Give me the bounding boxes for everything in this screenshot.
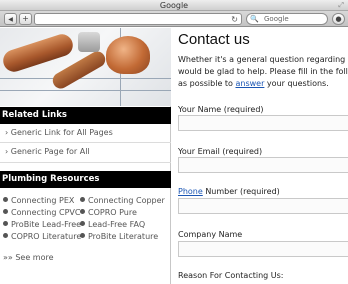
answer-link[interactable]: answer: [235, 79, 264, 88]
divider: [0, 162, 171, 163]
downloads-button[interactable]: ●: [332, 13, 345, 25]
resource-link[interactable]: ProBite Lead-Free: [3, 220, 81, 230]
bullet-icon: [3, 209, 8, 214]
phone-label: Phone Number (required): [178, 187, 280, 196]
bullet-icon: [3, 221, 8, 226]
bullet-icon: [80, 209, 85, 214]
resource-link[interactable]: COPRO Pure: [80, 208, 137, 218]
sidebar: Related Links › Generic Link for All Pag…: [0, 28, 171, 284]
intro-line: would be glad to help. Please fill in th…: [178, 67, 348, 76]
contact-main: Contact us Whether it's a general questi…: [178, 28, 348, 284]
back-icon: ◀: [8, 16, 13, 23]
email-label: Your Email (required): [178, 147, 263, 156]
related-link-item[interactable]: › Generic Link for All Pages: [5, 128, 113, 138]
window-title: Google: [159, 1, 189, 10]
title-bar: Google ⤢: [0, 0, 348, 11]
intro-paragraph: Whether it's a general question regardin…: [178, 54, 348, 90]
resource-link[interactable]: ProBite Literature: [80, 232, 158, 242]
add-bookmark-button[interactable]: +: [19, 13, 32, 25]
email-field[interactable]: [178, 157, 348, 173]
bullet-icon: [80, 233, 85, 238]
page-content: Related Links › Generic Link for All Pag…: [0, 28, 348, 284]
bullet-icon: [3, 197, 8, 202]
browser-window: Google ⤢ ◀ + ↻ 🔍 Google ● Related Links …: [0, 0, 348, 284]
valve-fitting: [78, 32, 100, 52]
plus-icon: +: [22, 14, 29, 23]
page-title: Contact us: [178, 31, 250, 48]
search-icon: 🔍: [250, 15, 259, 23]
phone-field[interactable]: [178, 198, 348, 214]
back-button[interactable]: ◀: [4, 13, 17, 25]
address-bar[interactable]: ↻: [34, 13, 242, 25]
bullet-icon: [80, 221, 85, 226]
search-placeholder: Google: [264, 15, 289, 23]
blueprint-line: [0, 90, 171, 91]
bullet-icon: [3, 233, 8, 238]
phone-link[interactable]: Phone: [178, 187, 203, 196]
copper-elbow-fitting: [106, 36, 150, 74]
blueprint-line: [0, 78, 171, 79]
bullet-icon: [80, 197, 85, 202]
resource-link[interactable]: Lead-Free FAQ: [80, 220, 145, 230]
name-label: Your Name (required): [178, 105, 264, 114]
company-label: Company Name: [178, 230, 243, 239]
reason-label: Reason For Contacting Us:: [178, 271, 284, 280]
related-link-item[interactable]: › Generic Page for All: [5, 147, 90, 157]
name-field[interactable]: [178, 115, 348, 131]
company-field[interactable]: [178, 241, 348, 257]
divider: [0, 142, 171, 143]
resource-link[interactable]: Connecting Copper: [80, 196, 165, 206]
resource-link[interactable]: COPRO Literature: [3, 232, 81, 242]
hero-image-plumbing-fittings: [0, 28, 171, 106]
reload-icon[interactable]: ↻: [231, 14, 238, 25]
intro-line: Whether it's a general question regardin…: [178, 55, 348, 64]
resource-link[interactable]: Connecting PEX: [3, 196, 74, 206]
related-links-heading: Related Links: [0, 107, 171, 124]
fullscreen-icon[interactable]: ⤢: [338, 1, 344, 10]
downloads-icon: ●: [335, 15, 342, 23]
search-field[interactable]: 🔍 Google: [246, 13, 328, 25]
browser-toolbar: ◀ + ↻ 🔍 Google ●: [0, 11, 348, 27]
intro-line: as possible to answer your questions.: [178, 79, 329, 88]
resource-link[interactable]: Connecting CPVC: [3, 208, 80, 218]
see-more-link[interactable]: »» See more: [3, 253, 54, 263]
plumbing-resources-heading: Plumbing Resources: [0, 171, 171, 188]
